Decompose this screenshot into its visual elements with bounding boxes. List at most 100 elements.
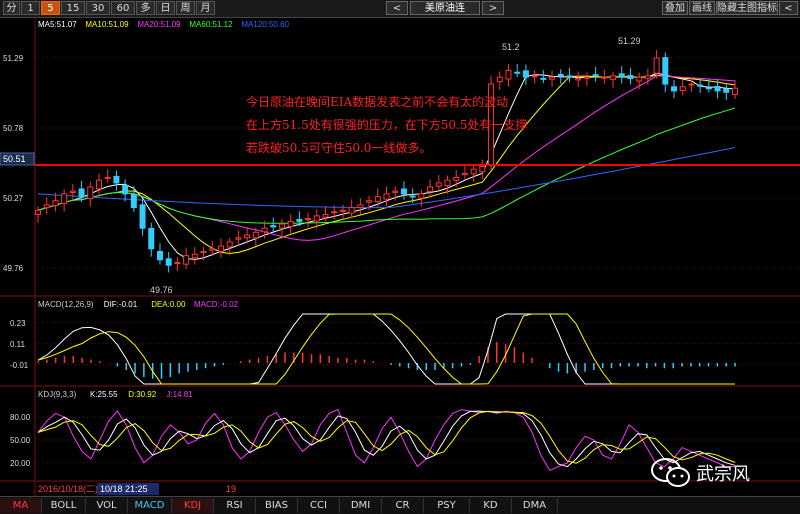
candle-body xyxy=(139,204,146,229)
candle-body xyxy=(444,179,451,187)
candle-body xyxy=(592,74,599,77)
tab-ma[interactable]: MA xyxy=(0,498,42,513)
y-tick-label: 51.29 xyxy=(3,54,24,63)
candle-body xyxy=(418,193,425,199)
macd-y-tick: 0.11 xyxy=(10,340,26,349)
legend-item: K:25.55 xyxy=(90,390,118,399)
legend-item: J:14.81 xyxy=(166,390,193,399)
timeframe-day[interactable]: 日 xyxy=(156,1,175,15)
tab-kd[interactable]: KD xyxy=(470,498,512,513)
candle-body xyxy=(130,193,137,209)
tab-kdj[interactable]: KDJ xyxy=(172,498,214,513)
timeframe-multi[interactable]: 多 xyxy=(136,1,155,15)
candle-body xyxy=(383,193,390,200)
timeframe-30min[interactable]: 30 xyxy=(86,1,110,15)
candle-body xyxy=(226,241,233,248)
kdj-legend: KDJ(9,3,3) K:25.55 D:30.92 J:14.81 xyxy=(38,390,193,399)
candle-body xyxy=(348,207,355,214)
candle-body xyxy=(235,237,242,240)
indicator-tab-bar: MA BOLL VOL MACD KDJ RSI BIAS CCI DMI CR… xyxy=(0,496,800,514)
timeframe-minute[interactable]: 分 xyxy=(3,1,20,15)
candle-body xyxy=(697,84,704,87)
timeframe-60min[interactable]: 60 xyxy=(111,1,135,15)
candle-body xyxy=(78,188,85,198)
candle-body xyxy=(514,71,521,74)
candle-body xyxy=(61,193,68,204)
candle-body xyxy=(287,220,294,227)
candle-body xyxy=(679,86,686,92)
candle-body xyxy=(156,250,163,261)
candle-body xyxy=(200,251,207,254)
legend-item: DEA:0.00 xyxy=(151,300,186,309)
prev-button[interactable]: < xyxy=(386,1,408,15)
candle-body xyxy=(453,176,460,181)
tab-cr[interactable]: CR xyxy=(382,498,424,513)
timeframe-5min[interactable]: 5 xyxy=(41,1,60,15)
tab-dma[interactable]: DMA xyxy=(512,498,558,513)
annotation-line-3: 若跌破50.5可守住50.0一线做多。 xyxy=(246,141,432,155)
candle-body xyxy=(174,262,181,265)
y-tick-label: 49.76 xyxy=(3,264,24,273)
candle-body xyxy=(549,76,556,80)
tab-boll[interactable]: BOLL xyxy=(42,498,86,513)
legend-item: MACD(12,26,9) xyxy=(38,300,94,309)
draw-line-button[interactable]: 画线 xyxy=(689,1,715,15)
candle-body xyxy=(653,57,660,74)
day-marker: 19 xyxy=(226,484,236,494)
candle-body xyxy=(531,75,538,78)
ma-legend: MA5:51.07 MA10:51.09 MA20:51.09 MA60:51.12 M… xyxy=(38,20,290,29)
candle-body xyxy=(618,73,625,78)
peak-label-2: 51.29 xyxy=(618,36,641,46)
candle-body xyxy=(409,195,416,198)
price-marker: 50.51 xyxy=(3,154,26,164)
candle-body xyxy=(610,75,617,80)
next-button[interactable]: > xyxy=(482,1,504,15)
candle-body xyxy=(69,190,76,194)
candle-body xyxy=(435,182,442,187)
legend-item: MA60:51.12 xyxy=(189,20,233,29)
candle-body xyxy=(505,69,512,80)
tab-rsi[interactable]: RSI xyxy=(214,498,256,513)
legend-item: MA20:51.09 xyxy=(137,20,181,29)
symbol-name[interactable]: 美原油连 xyxy=(410,1,480,15)
y-tick-label: 50.78 xyxy=(3,124,24,133)
candle-body xyxy=(209,248,216,251)
candle-body xyxy=(122,185,129,195)
hide-indicator-button[interactable]: 隐藏主图指标 xyxy=(716,1,778,15)
candle-body xyxy=(113,175,120,184)
watermark: 武宗风 xyxy=(650,456,780,492)
tab-macd[interactable]: MACD xyxy=(128,498,172,513)
candle-body xyxy=(165,258,172,266)
legend-item: MA5:51.07 xyxy=(38,20,77,29)
timeframe-week[interactable]: 周 xyxy=(176,1,195,15)
timeframe-1min[interactable]: 1 xyxy=(21,1,40,15)
tab-vol[interactable]: VOL xyxy=(86,498,128,513)
candle-body xyxy=(331,211,338,214)
tab-cci[interactable]: CCI xyxy=(298,498,340,513)
candle-body xyxy=(357,204,364,208)
price-chart[interactable]: MA5:51.07 MA10:51.09 MA20:51.09 MA60:51.12 M… xyxy=(0,18,800,496)
candle-body xyxy=(732,87,738,95)
candle-body xyxy=(313,215,320,222)
candle-body xyxy=(662,57,669,85)
candle-body xyxy=(705,87,712,90)
legend-item: KDJ(9,3,3) xyxy=(38,390,77,399)
candle-body xyxy=(52,200,59,207)
candle-body xyxy=(688,83,695,86)
timeframe-15min[interactable]: 15 xyxy=(61,1,85,15)
candle-body xyxy=(261,227,268,233)
tab-bias[interactable]: BIAS xyxy=(256,498,298,513)
kdj-y-tick: 20.00 xyxy=(10,459,31,468)
kdj-y-tick: 50.00 xyxy=(10,436,31,445)
tab-psy[interactable]: PSY xyxy=(424,498,470,513)
candle-body xyxy=(148,228,155,250)
candle-body xyxy=(104,176,111,179)
y-tick-label: 50.27 xyxy=(3,194,24,203)
tab-dmi[interactable]: DMI xyxy=(340,498,382,513)
candle-body xyxy=(566,75,573,78)
candle-body xyxy=(522,70,529,78)
collapse-button[interactable]: < xyxy=(779,1,798,15)
candle-body xyxy=(627,75,634,80)
overlay-button[interactable]: 叠加 xyxy=(662,1,688,15)
timeframe-month[interactable]: 月 xyxy=(196,1,215,15)
